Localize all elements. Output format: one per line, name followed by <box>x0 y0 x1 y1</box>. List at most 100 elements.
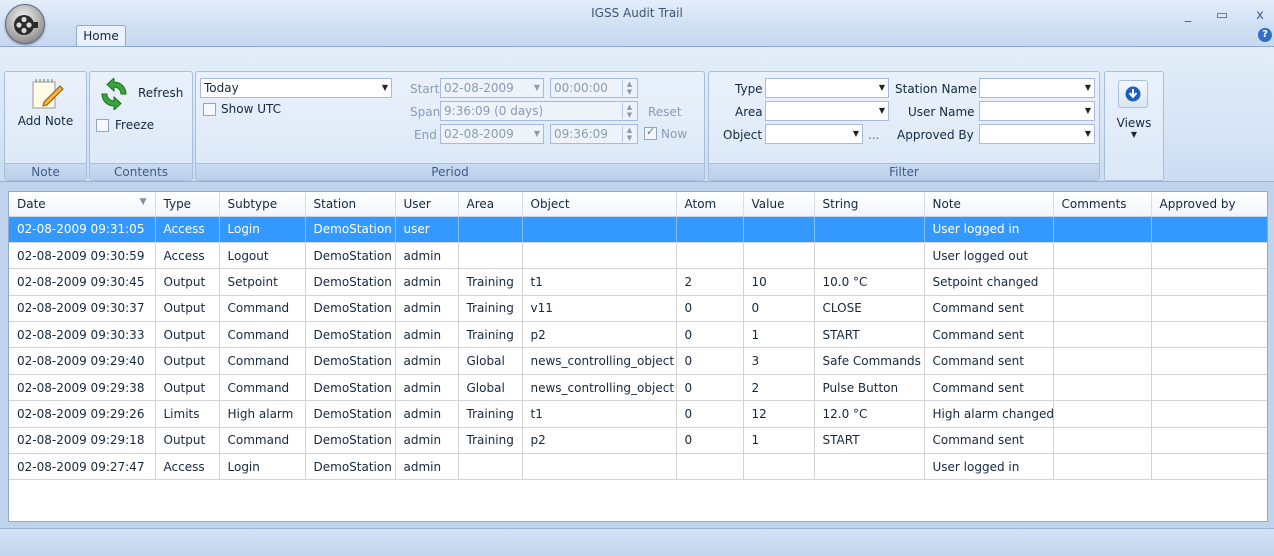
type-filter-label: Type <box>735 82 763 96</box>
cell-user: admin <box>395 242 459 270</box>
cell-date: 02-08-2009 09:29:18 <box>9 427 156 455</box>
column-header-atom[interactable]: Atom <box>676 192 744 217</box>
cell-station: DemoStation <box>305 268 396 296</box>
approved-by-select[interactable]: ▼ <box>979 124 1095 144</box>
column-header-value[interactable]: Value <box>743 192 815 217</box>
cell-user: admin <box>395 427 459 455</box>
cell-string: CLOSE <box>814 295 925 323</box>
cell-type: Access <box>155 242 220 270</box>
column-header-label: Station <box>313 196 357 211</box>
cell-date: 02-08-2009 09:30:45 <box>9 268 156 296</box>
station-name-select[interactable]: ▼ <box>979 78 1095 98</box>
audit-trail-grid[interactable]: Date ▼ Type Subtype Station User Area Object Ato… <box>8 191 1268 522</box>
cell-area <box>458 242 523 270</box>
cell-area: Training <box>458 295 523 323</box>
column-header-label: Value <box>751 196 785 211</box>
cell-date: 02-08-2009 09:30:33 <box>9 321 156 349</box>
circle-down-arrow-icon <box>1125 86 1141 102</box>
reset-button[interactable]: Reset <box>648 105 682 119</box>
window-title: IGSS Audit Trail <box>591 6 683 20</box>
refresh-button[interactable]: Refresh <box>94 76 190 112</box>
cell-comments <box>1053 295 1152 323</box>
cell-approved-by <box>1151 400 1267 428</box>
chevron-down-icon: ▼ <box>533 83 540 92</box>
cell-type: Output <box>155 321 220 349</box>
start-time-spinner[interactable]: 00:00:00 ▲ ▼ <box>550 78 638 98</box>
cell-date: 02-08-2009 09:29:40 <box>9 347 156 375</box>
table-row[interactable]: 02-08-2009 09:27:47 Access Login DemoStatio… <box>9 453 1267 481</box>
close-button[interactable]: x <box>1248 6 1272 26</box>
column-header-date[interactable]: Date ▼ <box>9 192 156 217</box>
add-note-button[interactable]: Add Note <box>5 76 86 136</box>
column-header-label: Atom <box>684 196 717 211</box>
sort-descending-icon: ▼ <box>139 196 147 207</box>
table-row[interactable]: 02-08-2009 09:29:18 Output Command DemoStat… <box>9 427 1267 455</box>
column-header-user[interactable]: User <box>395 192 459 217</box>
help-icon[interactable]: ? <box>1258 28 1272 42</box>
show-utc-checkbox[interactable] <box>203 103 216 116</box>
column-header-approved-by[interactable]: Approved by <box>1151 192 1267 217</box>
column-header-label: User <box>403 196 431 211</box>
freeze-checkbox[interactable] <box>96 119 109 132</box>
table-row[interactable]: 02-08-2009 09:30:37 Output Command DemoStat… <box>9 295 1267 323</box>
object-browse-button[interactable]: ... <box>868 128 879 142</box>
maximize-button[interactable]: ▭ <box>1210 6 1234 26</box>
contents-group: Refresh Freeze Contents <box>89 71 193 181</box>
cell-value <box>743 453 815 481</box>
cell-subtype: Command <box>219 295 306 323</box>
cell-type: Output <box>155 347 220 375</box>
spin-arrows-icon: ▲ ▼ <box>622 80 636 96</box>
span-spinner[interactable]: 9:36:09 (0 days) ▲ ▼ <box>440 101 638 121</box>
period-group-label: Period <box>196 163 704 180</box>
cell-station: DemoStation <box>305 242 396 270</box>
cell-subtype: Command <box>219 427 306 455</box>
type-filter-select[interactable]: ▼ <box>765 78 889 98</box>
cell-string: START <box>814 427 925 455</box>
column-header-area[interactable]: Area <box>458 192 523 217</box>
now-label: Now <box>661 127 688 141</box>
cell-value <box>743 216 815 243</box>
cell-string: START <box>814 321 925 349</box>
column-header-station[interactable]: Station <box>305 192 396 217</box>
table-row[interactable]: 02-08-2009 09:30:33 Output Command DemoStat… <box>9 321 1267 349</box>
chevron-down-icon: ▼ <box>852 129 859 138</box>
end-time-spinner[interactable]: 09:36:09 ▲ ▼ <box>550 124 638 144</box>
refresh-arrows-icon <box>101 78 127 110</box>
cell-station: DemoStation <box>305 374 396 402</box>
cell-approved-by <box>1151 427 1267 455</box>
column-header-comments[interactable]: Comments <box>1053 192 1152 217</box>
column-header-label: Subtype <box>227 196 278 211</box>
column-header-subtype[interactable]: Subtype <box>219 192 306 217</box>
chevron-down-icon: ▼ <box>533 129 540 138</box>
now-checkbox[interactable] <box>644 125 657 140</box>
tab-home[interactable]: Home <box>76 25 126 47</box>
table-row[interactable]: 02-08-2009 09:29:40 Output Command DemoStat… <box>9 347 1267 375</box>
cell-approved-by <box>1151 216 1267 243</box>
start-date-picker[interactable]: 02-08-2009 ▼ <box>440 78 544 98</box>
table-row[interactable]: 02-08-2009 09:31:05 Access Login DemoStatio… <box>9 216 1267 243</box>
column-header-object[interactable]: Object <box>522 192 677 217</box>
column-header-string[interactable]: String <box>814 192 925 217</box>
user-name-select[interactable]: ▼ <box>979 101 1095 121</box>
cell-area: Training <box>458 427 523 455</box>
table-row[interactable]: 02-08-2009 09:30:45 Output Setpoint DemoSta… <box>9 268 1267 296</box>
area-filter-select[interactable]: ▼ <box>765 101 889 121</box>
column-header-note[interactable]: Note <box>924 192 1054 217</box>
note-group-label: Note <box>5 163 86 180</box>
cell-atom: 0 <box>676 347 744 375</box>
table-row[interactable]: 02-08-2009 09:29:38 Output Command DemoStat… <box>9 374 1267 402</box>
minimize-button[interactable]: _ <box>1176 6 1200 26</box>
column-header-type[interactable]: Type <box>155 192 220 217</box>
cell-object <box>522 216 677 243</box>
object-filter-select[interactable]: ▼ <box>765 124 863 144</box>
cell-comments <box>1053 427 1152 455</box>
end-date-picker[interactable]: 02-08-2009 ▼ <box>440 124 544 144</box>
period-preset-select[interactable]: Today ▼ <box>200 78 392 98</box>
cell-object: p2 <box>522 427 677 455</box>
note-group: Add Note Note <box>4 71 87 181</box>
views-button[interactable]: Views ▼ <box>1109 76 1159 158</box>
table-row[interactable]: 02-08-2009 09:30:59 Access Logout DemoStati… <box>9 242 1267 270</box>
cell-string <box>814 453 925 481</box>
table-row[interactable]: 02-08-2009 09:29:26 Limits High alarm DemoS… <box>9 400 1267 428</box>
cell-comments <box>1053 268 1152 296</box>
